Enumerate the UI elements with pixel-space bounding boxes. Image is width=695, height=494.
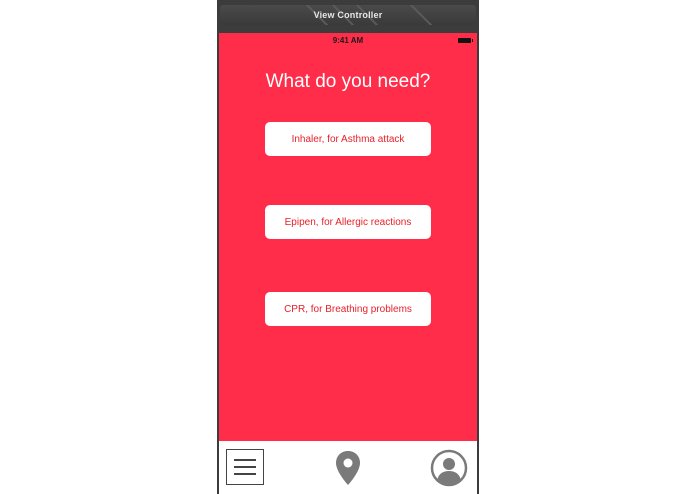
- tab-profile[interactable]: [429, 441, 469, 494]
- device-screen: 9:41 AM What do you need? Inhaler, for A…: [219, 33, 477, 494]
- status-time: 9:41 AM: [332, 36, 364, 45]
- cpr-button-label: CPR, for Breathing problems: [284, 303, 412, 315]
- cpr-button[interactable]: CPR, for Breathing problems: [265, 292, 431, 326]
- scene-header[interactable]: View Controller: [220, 5, 476, 25]
- user-profile-icon: [430, 449, 468, 486]
- page-title: What do you need?: [265, 71, 431, 92]
- tab-bar: [219, 441, 477, 494]
- header-stripe: [410, 5, 440, 25]
- inhaler-button[interactable]: Inhaler, for Asthma attack: [265, 122, 431, 156]
- epipen-button[interactable]: Epipen, for Allergic reactions: [265, 205, 431, 239]
- map-pin-icon: [336, 450, 360, 485]
- tab-map[interactable]: [331, 441, 365, 494]
- battery-icon: [458, 38, 473, 43]
- epipen-button-label: Epipen, for Allergic reactions: [284, 216, 412, 228]
- tab-menu[interactable]: [226, 449, 264, 485]
- xcode-storyboard-canvas: View Controller 9:41 AM What do you need…: [0, 0, 695, 494]
- status-bar: 9:41 AM: [219, 33, 477, 47]
- scene-title: View Controller: [313, 10, 383, 20]
- inhaler-button-label: Inhaler, for Asthma attack: [291, 133, 405, 145]
- hamburger-menu-icon: [234, 459, 256, 475]
